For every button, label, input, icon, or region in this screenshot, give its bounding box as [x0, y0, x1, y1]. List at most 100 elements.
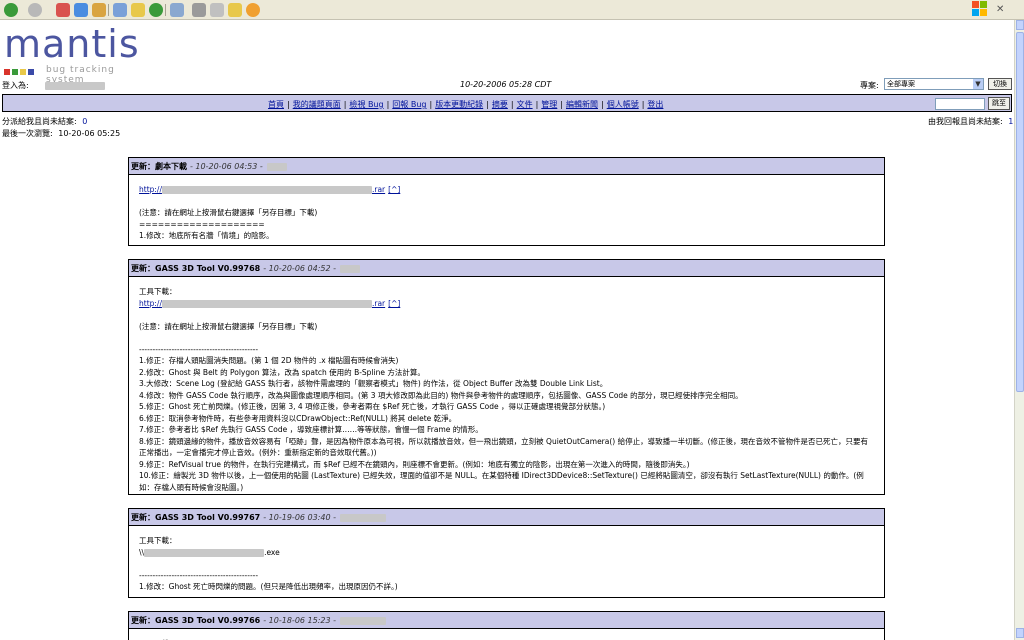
favorites-icon[interactable] [131, 3, 145, 17]
news-line [139, 558, 874, 570]
nav-summary[interactable]: 摘要 [492, 100, 508, 109]
scroll-thumb[interactable] [1016, 32, 1024, 392]
redacted-author [340, 264, 361, 273]
jump-button[interactable]: 跳至 [988, 97, 1010, 110]
redacted-author [340, 513, 387, 522]
home-icon[interactable] [92, 3, 106, 17]
vertical-scrollbar[interactable] [1014, 20, 1024, 640]
assigned-label: 分派給我且尚未結案: [2, 117, 77, 126]
folder-icon[interactable] [228, 3, 242, 17]
news-header: 更新：GASS 3D Tool V0.99767- 10-19-06 03:40… [129, 509, 884, 526]
link-suffix: .rar [371, 298, 386, 308]
redacted-url [161, 186, 372, 194]
news-body: http:// .rar [^] (注意：請在網址上按滑鼠右鍵選擇「另存目標」下載)… [129, 175, 884, 251]
news-header: 更新：劇本下載 - 10-20-06 04:53 - [129, 158, 884, 175]
nav-report-bug[interactable]: 回報 Bug [392, 100, 426, 109]
project-select-value: 全部專案 [887, 80, 915, 88]
mantis-logo[interactable]: mantis bug tracking system [4, 22, 154, 85]
scroll-down-icon[interactable] [1016, 628, 1024, 638]
news-item: 更新：GASS 3D Tool V0.99768- 10-20-06 04:52… [128, 259, 885, 495]
switch-project-button[interactable]: 切換 [988, 78, 1012, 90]
news-line: 9.修正：RefVisual true 的物件，在執行完建構式，而 $Ref 已… [139, 459, 690, 469]
news-line: 4.修改：物件 GASS Code 執行順序，改為與圖像處理順序相同。(第 3 … [139, 390, 743, 400]
page-content: mantis bug tracking system 登入為: 10-20-20… [0, 20, 1014, 640]
redacted-username [45, 81, 106, 90]
open-new-window-link[interactable]: [^] [388, 299, 400, 308]
news-line: 6.修正：取消參考物件時，有些參考用資料沒以CDrawObject::Ref(N… [139, 413, 457, 423]
news-item: 更新：GASS 3D Tool V0.99767- 10-19-06 03:40… [128, 508, 885, 598]
news-title: 更新：劇本下載 [131, 162, 187, 171]
nav-manage[interactable]: 管理 [541, 100, 557, 109]
last-visit-label: 最後一次瀏覽: [2, 129, 53, 138]
link-prefix: http:// [139, 185, 162, 194]
nav-links: 首頁 | 我的議題頁面 | 檢視 Bug | 回報 Bug | 版本更動紀錄 | 摘要 | 文件 | 管理 |… [268, 100, 664, 109]
edit-icon[interactable] [210, 3, 224, 17]
news-line: \\ .exe [139, 547, 874, 559]
news-title: 更新：GASS 3D Tool V0.99768 [131, 264, 261, 273]
mail-icon[interactable] [170, 3, 184, 17]
news-line: 工具下載： [139, 536, 177, 545]
download-link[interactable]: http:// .rar [139, 185, 385, 194]
back-icon[interactable] [4, 3, 18, 17]
download-path[interactable]: \\ .exe [139, 548, 280, 557]
scroll-up-icon[interactable] [1016, 20, 1024, 30]
assigned-count[interactable]: 0 [82, 117, 87, 126]
download-link[interactable]: http:// .rar [139, 299, 385, 308]
news-header: 更新：GASS 3D Tool V0.99766- 10-18-06 15:23… [129, 612, 884, 629]
news-line: 1.修正：存檔人頭貼圖消失問題。(第 1 個 2D 物件的 .x 檔貼圖有時候會… [139, 356, 399, 365]
nav-changelog[interactable]: 版本更動紀錄 [435, 100, 483, 109]
open-new-window-link[interactable]: [^] [388, 185, 400, 194]
news-meta: - 10-20-06 04:53 - [190, 162, 263, 171]
last-visit: 最後一次瀏覽: 10-20-06 05:25 [2, 128, 120, 139]
logo-text: mantis [4, 22, 140, 66]
search-icon[interactable] [113, 3, 127, 17]
forward-icon[interactable] [28, 3, 42, 17]
news-meta: - 10-19-06 03:40 - [263, 513, 337, 522]
chevron-down-icon[interactable]: ▼ [973, 79, 983, 89]
news-line: 2.修改：Ghost 與 Belt 的 Polygon 算法，改為 spatch… [139, 367, 425, 377]
nav-my-account[interactable]: 個人帳號 [607, 100, 639, 109]
last-visit-value: 10-20-06 05:25 [58, 129, 121, 138]
project-label: 專案: [860, 81, 879, 90]
nav-view-bugs[interactable]: 檢視 Bug [349, 100, 383, 109]
windows-logo-icon [972, 1, 988, 17]
nav-docs[interactable]: 文件 [517, 100, 533, 109]
stop-icon[interactable] [56, 3, 70, 17]
project-select[interactable]: 全部專案 ▼ [884, 78, 984, 90]
assigned-to-me: 分派給我且尚未結案: 0 [2, 116, 87, 127]
news-line: 1.修改：地底所有名牆「情境」的陰影。 [139, 231, 274, 240]
news-line [139, 332, 874, 344]
login-row: 登入為: 10-20-2006 05:28 CDT 專案: 全部專案 ▼ 切換 [0, 78, 1014, 92]
messenger-icon[interactable] [246, 3, 260, 17]
link-suffix: .rar [371, 185, 386, 194]
news-meta: - 10-18-06 15:23 - [263, 616, 337, 625]
news-item: 更新：GASS 3D Tool V0.99766- 10-18-06 15:23… [128, 611, 885, 640]
news-header: 更新：GASS 3D Tool V0.99768- 10-20-06 04:52… [129, 260, 884, 277]
close-icon[interactable]: ✕ [996, 4, 1004, 15]
refresh-icon[interactable] [74, 3, 88, 17]
print-icon[interactable] [192, 3, 206, 17]
nav-edit-news[interactable]: 編輯新聞 [566, 100, 598, 109]
main-nav: 首頁 | 我的議題頁面 | 檢視 Bug | 回報 Bug | 版本更動紀錄 | 摘要 | 文件 | 管理 |… [2, 94, 1012, 112]
news-title: 更新：GASS 3D Tool V0.99766 [131, 616, 261, 625]
news-line [139, 309, 874, 321]
news-body: 工具下載： http:// .rar [^] (注意：請在網址上按滑鼠右鍵選擇「另存目… [129, 277, 884, 502]
news-meta: - 10-20-06 04:52 - [263, 264, 337, 273]
news-line: http:// .rar [^] [139, 298, 874, 310]
news-body: 工具下載： [129, 629, 884, 640]
current-datetime: 10-20-2006 05:28 CDT [460, 80, 552, 89]
redacted-author [266, 162, 287, 171]
redacted-author [340, 616, 387, 625]
history-icon[interactable] [149, 3, 163, 17]
jump-to-bug-input[interactable] [935, 98, 985, 110]
nav-logout[interactable]: 登出 [647, 100, 663, 109]
reported-label: 由我回報且尚未結案: [928, 117, 1003, 126]
reported-count[interactable]: 1 [1008, 117, 1013, 126]
news-line: 5.修正：Ghost 死亡前閃爍。(修正後，因第 3, 4 項修正後，參考者兩在… [139, 402, 606, 411]
nav-home[interactable]: 首頁 [268, 100, 284, 109]
news-item: 更新：劇本下載 - 10-20-06 04:53 - http://.rar [^] … [128, 157, 885, 246]
nav-my-view[interactable]: 我的議題頁面 [293, 100, 341, 109]
logo-squares-icon [4, 68, 36, 75]
link-prefix: http:// [139, 298, 162, 308]
redacted-url [161, 299, 372, 308]
